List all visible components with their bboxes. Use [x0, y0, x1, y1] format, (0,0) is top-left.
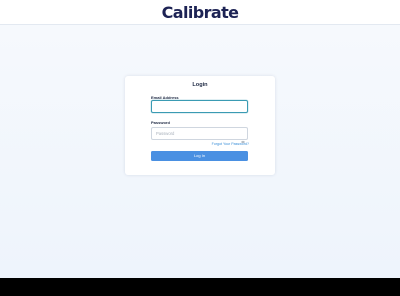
calibrate-logo[interactable]: Calibrate — [162, 4, 239, 21]
top-header: Calibrate — [0, 0, 400, 25]
login-title: Login — [192, 82, 208, 88]
login-card: Login Email Address Password Forgot Your… — [125, 76, 275, 175]
password-field[interactable] — [151, 126, 248, 140]
forgot-password-link[interactable]: Forgot Your Password? — [212, 142, 249, 146]
log-in-button[interactable]: Log In — [151, 151, 248, 161]
email-field[interactable] — [151, 100, 248, 113]
email-label: Email Address — [151, 94, 179, 100]
password-label: Password — [151, 120, 170, 125]
main-content: Login Email Address Password Forgot Your… — [0, 25, 400, 278]
eye-icon[interactable] — [240, 131, 246, 144]
bottom-bar — [0, 278, 400, 296]
